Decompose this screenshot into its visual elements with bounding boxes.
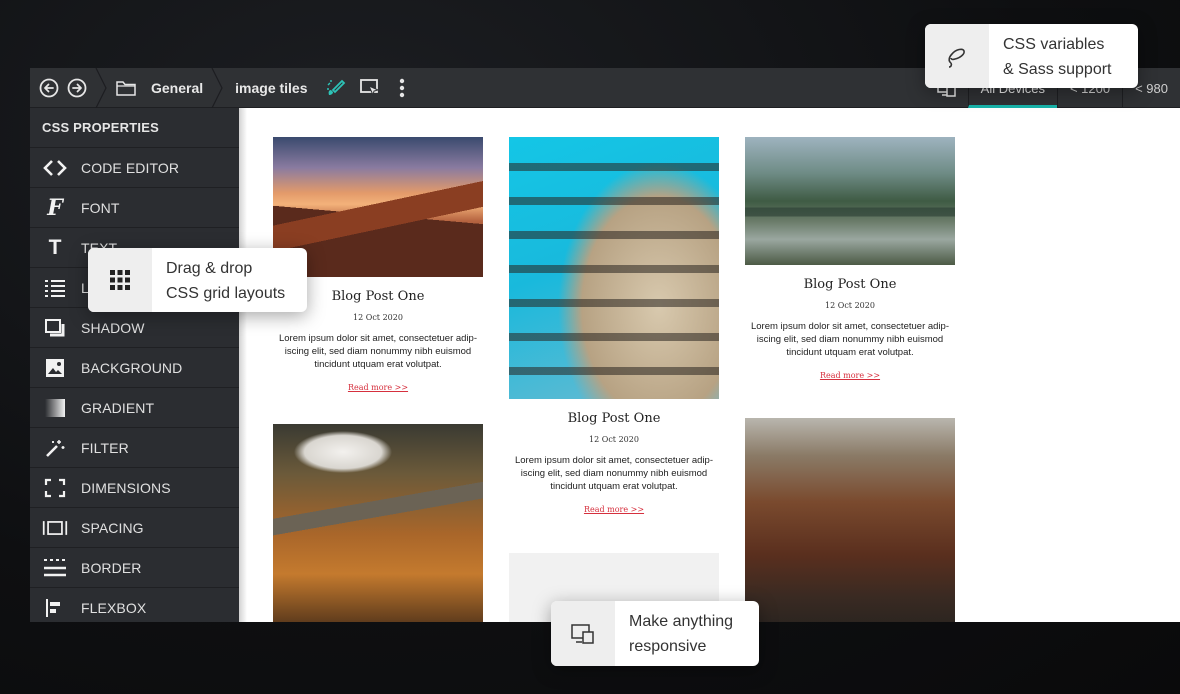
- sidebar-item-filter[interactable]: FILTER: [30, 428, 239, 468]
- sidebar-item-label: SHADOW: [81, 319, 145, 336]
- sidebar-item-background[interactable]: BACKGROUND: [30, 348, 239, 388]
- flexbox-icon: [42, 596, 68, 620]
- card-excerpt: Lorem ipsum dolor sit amet, consectetuer…: [278, 333, 477, 370]
- blog-card[interactable]: Blog Post One 12 Oct 2020 Lorem ipsum do…: [509, 137, 719, 517]
- image-icon: [42, 356, 68, 380]
- sidebar-item-border[interactable]: BORDER: [30, 548, 239, 588]
- blog-card[interactable]: Blog Post One 12 Oct 2020 Lorem ipsum do…: [745, 137, 955, 383]
- sidebar-item-label: CODE EDITOR: [81, 159, 180, 176]
- sidebar-item-font[interactable]: F FONT: [30, 188, 239, 228]
- panel-title: CSS PROPERTIES: [30, 108, 239, 148]
- shadow-icon: [42, 316, 68, 340]
- card-date: 12 Oct 2020: [353, 313, 403, 322]
- more-vertical-icon[interactable]: [390, 76, 414, 100]
- card-date: 12 Oct 2020: [589, 435, 639, 444]
- sidebar-item-label: FILTER: [81, 439, 129, 456]
- select-element-icon[interactable]: [358, 76, 382, 100]
- read-more-link[interactable]: Read more >>: [820, 371, 880, 380]
- sidebar-item-label: SPACING: [81, 519, 144, 536]
- tooltip-text: CSS variables & Sass support: [1003, 36, 1112, 78]
- tooltip-css-grid: Drag & drop CSS grid layouts: [88, 248, 307, 312]
- sidebar-item-shadow[interactable]: SHADOW: [30, 308, 239, 348]
- font-icon: F: [47, 194, 63, 221]
- design-canvas[interactable]: Blog Post One 12 Oct 2020 Lorem ipsum do…: [239, 108, 1180, 622]
- tooltip-css-variables: CSS variables & Sass support: [925, 24, 1138, 88]
- folder-icon: [116, 80, 136, 96]
- sidebar-item-label: BORDER: [81, 559, 142, 576]
- canyon-river-photo: [745, 418, 955, 622]
- text-icon: T: [48, 235, 62, 259]
- breadcrumb-general[interactable]: General: [145, 68, 209, 108]
- breadcrumb-separator: [211, 68, 223, 108]
- css-properties-panel: CSS PROPERTIES CODE EDITOR F FONT T TEXT…: [30, 108, 239, 622]
- read-more-link[interactable]: Read more >>: [584, 505, 644, 514]
- building-facade-photo: [509, 137, 719, 399]
- dimensions-icon: [42, 476, 68, 500]
- gradient-icon: [42, 396, 68, 420]
- responsive-devices-icon: [551, 601, 615, 666]
- card-excerpt: Lorem ipsum dolor sit amet, consectetuer…: [750, 321, 949, 358]
- grid-icon: [88, 248, 152, 312]
- spacing-icon: [42, 516, 68, 540]
- sidebar-item-label: FLEXBOX: [81, 599, 147, 616]
- breadcrumb-image-tiles[interactable]: image tiles: [229, 68, 313, 108]
- code-brackets-icon: [42, 156, 68, 180]
- sidebar-item-label: FONT: [81, 199, 120, 216]
- read-more-link[interactable]: Read more >>: [348, 383, 408, 392]
- editor-window: General image tiles All Devices < 1200 <…: [30, 68, 1180, 622]
- sidebar-item-label: BACKGROUND: [81, 359, 183, 376]
- viaduct-train-photo: [273, 424, 483, 622]
- lasso-icon: [925, 24, 989, 88]
- brush-icon[interactable]: [324, 76, 348, 100]
- canvas-edge-shadow: [239, 108, 247, 622]
- card-title: Blog Post One: [803, 277, 897, 292]
- sidebar-item-label: DIMENSIONS: [81, 479, 171, 496]
- sidebar-item-label: GRADIENT: [81, 399, 155, 416]
- sidebar-item-flexbox[interactable]: FLEXBOX: [30, 588, 239, 622]
- forward-icon[interactable]: [67, 78, 87, 98]
- blog-card[interactable]: [273, 424, 483, 622]
- border-icon: [42, 556, 68, 580]
- list-icon: [42, 276, 68, 300]
- card-date: 12 Oct 2020: [825, 301, 875, 310]
- breadcrumb-separator: [95, 68, 107, 108]
- sidebar-item-code-editor[interactable]: CODE EDITOR: [30, 148, 239, 188]
- magic-wand-icon: [42, 436, 68, 460]
- tooltip-text: Drag & drop CSS grid layouts: [166, 260, 286, 302]
- back-icon[interactable]: [39, 78, 59, 98]
- tooltip-text: Make anything responsive: [629, 613, 734, 655]
- sidebar-item-dimensions[interactable]: DIMENSIONS: [30, 468, 239, 508]
- card-excerpt: Lorem ipsum dolor sit amet, consectetuer…: [514, 455, 713, 492]
- mountain-lake-photo: [745, 137, 955, 265]
- blog-card[interactable]: [745, 418, 955, 622]
- card-title: Blog Post One: [567, 411, 661, 426]
- tooltip-responsive: Make anything responsive: [551, 601, 759, 666]
- sidebar-item-gradient[interactable]: GRADIENT: [30, 388, 239, 428]
- sidebar-item-spacing[interactable]: SPACING: [30, 508, 239, 548]
